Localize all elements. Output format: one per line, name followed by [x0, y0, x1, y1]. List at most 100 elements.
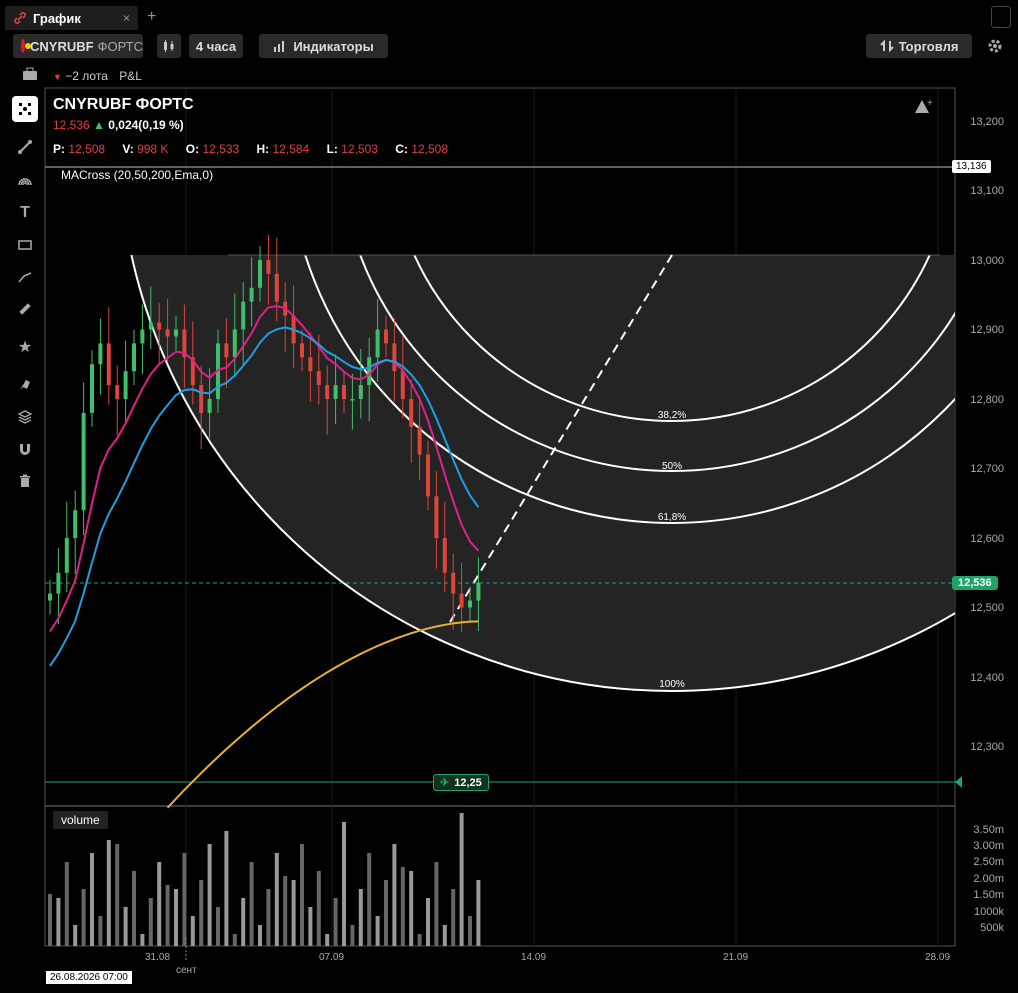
volume-bar — [434, 862, 439, 946]
volume-tick: 500k — [980, 922, 1004, 934]
volume-bar — [417, 934, 422, 946]
price-tick: 12,700 — [970, 463, 1004, 475]
candle-body — [98, 343, 103, 365]
candle-body — [300, 343, 304, 358]
candle-body — [224, 343, 229, 358]
candle-body — [148, 322, 153, 330]
price-tick: 12,600 — [970, 533, 1004, 545]
candle-body — [350, 399, 355, 401]
volume-bar — [274, 853, 279, 946]
bell-add-icon: + — [915, 98, 933, 113]
volume-bar — [216, 907, 220, 946]
volume-bar — [367, 853, 372, 946]
chart-title: CNYRUBF ФОРТС — [53, 96, 194, 113]
candle-body — [241, 301, 246, 330]
l-label: L: — [326, 142, 338, 156]
volume-tick: 2.00m — [973, 873, 1004, 885]
price-tick: 12,300 — [970, 741, 1004, 753]
time-tick: сент — [176, 965, 197, 976]
volume-bar — [442, 925, 447, 946]
h-label: H: — [256, 142, 270, 156]
up-arrow-icon: ▲ — [93, 118, 105, 132]
candle-body — [64, 538, 69, 573]
candle-body — [90, 364, 94, 413]
candle-body — [232, 329, 237, 358]
volume-bar — [350, 925, 355, 946]
volume-bar — [73, 925, 78, 946]
current-price-label: 12,536 — [952, 576, 998, 590]
volume-bar — [400, 867, 405, 946]
price-tick: 13,000 — [970, 255, 1004, 267]
fib-shading — [131, 255, 955, 691]
volume-bars — [48, 813, 481, 946]
volume-bar — [81, 889, 86, 946]
candle-body — [56, 572, 61, 594]
volume-label[interactable]: volume — [53, 811, 108, 829]
candle-body — [106, 343, 111, 386]
volume-bar — [224, 831, 229, 946]
volume-bar — [190, 916, 195, 946]
volume-bar — [123, 907, 128, 946]
candle-body — [207, 399, 212, 413]
volume-bar — [157, 862, 162, 946]
candle-body — [157, 322, 162, 330]
ohlc-row: P: 12,508 V: 998 K O: 12,533 H: 12,584 L… — [53, 142, 462, 156]
volume-bar — [165, 885, 170, 946]
volume-bar — [241, 898, 246, 946]
price-tick: 12,900 — [970, 324, 1004, 336]
order-label[interactable]: ✈ 12,25 — [433, 774, 489, 791]
alert-button[interactable]: + — [912, 97, 934, 120]
volume-bar — [333, 898, 338, 946]
candle-body — [123, 371, 128, 399]
hline-price-label: 13,136 — [952, 160, 991, 173]
volume-tick: 3.00m — [973, 840, 1004, 852]
volume-bar — [199, 880, 204, 946]
volume-bar — [266, 889, 271, 946]
volume-bar — [148, 898, 153, 946]
fib-label-50: 50% — [662, 461, 682, 472]
price-tick: 12,800 — [970, 394, 1004, 406]
macross-label[interactable]: MACross (20,50,200,Ema,0) — [61, 168, 213, 182]
candle-body — [308, 357, 313, 372]
volume-bar — [409, 871, 414, 946]
volume-tick: 3.50m — [973, 824, 1004, 836]
candle-body — [115, 385, 120, 399]
p-value: 12,508 — [68, 142, 106, 156]
candle-body — [409, 399, 414, 427]
volume-bar — [325, 934, 330, 946]
candle-body — [333, 385, 338, 399]
volume-bar — [358, 889, 363, 946]
last-price: 12,536 — [53, 118, 90, 132]
v-value: 998 K — [137, 142, 169, 156]
candle-body — [274, 273, 279, 302]
candle-body — [266, 260, 271, 274]
price-tick: 12,500 — [970, 602, 1004, 614]
volume-bar — [316, 871, 321, 946]
candle-body — [325, 385, 330, 399]
h-value: 12,584 — [272, 142, 310, 156]
o-value: 12,533 — [202, 142, 240, 156]
candle-body — [73, 510, 78, 538]
volume-tick: 2.50m — [973, 856, 1004, 868]
order-price: 12,25 — [454, 776, 482, 789]
candle-body — [468, 600, 472, 608]
candle-body — [342, 385, 346, 399]
volume-tick: 1000k — [974, 906, 1004, 918]
volume-bar — [283, 876, 288, 946]
v-label: V: — [122, 142, 134, 156]
fib-label-382: 38,2% — [658, 410, 686, 421]
price-axis[interactable]: 13,200 13,100 13,000 12,900 12,800 12,70… — [955, 88, 1018, 948]
svg-text:+: + — [927, 98, 933, 109]
candle-body — [426, 454, 430, 497]
volume-bar — [468, 916, 472, 946]
candle-body — [476, 582, 481, 601]
volume-bar — [64, 862, 69, 946]
p-label: P: — [53, 142, 65, 156]
candle-body — [48, 593, 52, 601]
volume-bar — [384, 880, 388, 946]
volume-bar — [291, 880, 296, 946]
volume-tick: 1.50m — [973, 889, 1004, 901]
cursor-time-label: 26.08.2026 07:00 — [46, 971, 132, 984]
volume-bar — [459, 813, 464, 946]
volume-bar — [426, 898, 430, 946]
